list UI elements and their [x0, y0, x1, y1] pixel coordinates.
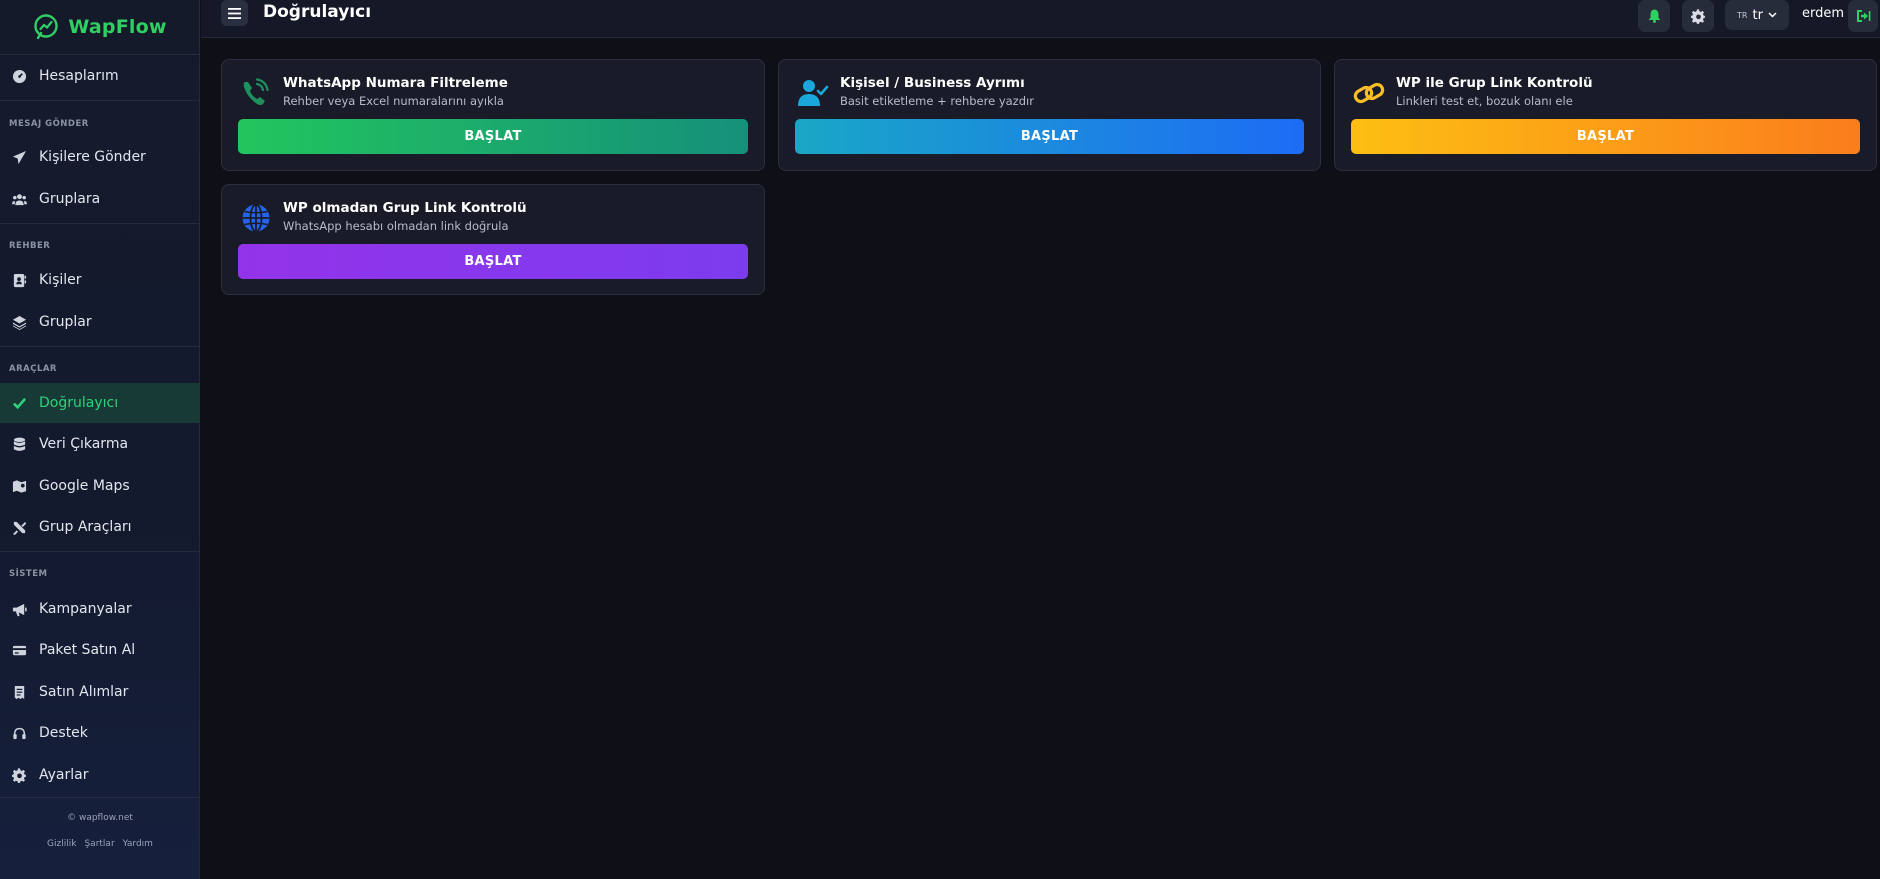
sidebar-item-settings[interactable]: Ayarlar — [0, 755, 200, 795]
settings-button[interactable] — [1682, 0, 1714, 32]
tool-card-number-filter: WhatsApp Numara Filtreleme Rehber veya E… — [221, 59, 765, 171]
sidebar-item-accounts[interactable]: Hesaplarım — [0, 56, 200, 96]
start-button-no-wp-group-link[interactable]: BAŞLAT — [238, 244, 748, 279]
sidebar-divider — [0, 100, 200, 101]
user-check-icon — [797, 77, 829, 109]
section-title-send: MESAJ GÖNDER — [9, 119, 89, 129]
gear-icon — [1690, 8, 1705, 24]
gear-icon — [11, 767, 27, 783]
card-title: WP ile Grup Link Kontrolü — [1396, 75, 1593, 91]
sidebar-item-groups[interactable]: Gruplar — [0, 302, 200, 342]
sidebar-item-send-contacts[interactable]: Kişilere Gönder — [0, 137, 200, 177]
address-book-icon — [11, 272, 27, 288]
card-subtitle: Basit etiketleme + rehbere yazdır — [840, 94, 1034, 108]
sidebar-divider — [0, 797, 200, 798]
users-icon — [11, 191, 27, 207]
menu-toggle-button[interactable] — [221, 0, 248, 26]
bell-icon — [1648, 9, 1660, 23]
footer-link-help[interactable]: Yardım — [123, 839, 153, 849]
sidebar-item-label: Kampanyalar — [39, 601, 132, 617]
card-title: WP olmadan Grup Link Kontrolü — [283, 200, 527, 216]
username: erdem — [1802, 6, 1845, 21]
paper-plane-icon — [11, 149, 27, 165]
logout-icon — [1856, 10, 1870, 22]
database-icon — [11, 436, 27, 452]
section-title-contacts: REHBER — [9, 241, 51, 251]
sidebar-item-label: Gruplara — [39, 191, 101, 207]
card-subtitle: Linkleri test et, bozuk olanı ele — [1396, 94, 1573, 108]
wapflow-logo-icon — [34, 14, 59, 40]
hamburger-icon — [228, 7, 241, 19]
sidebar-item-label: Kişilere Gönder — [39, 149, 146, 165]
gauge-icon — [11, 68, 27, 84]
start-button-personal-business[interactable]: BAŞLAT — [795, 119, 1304, 154]
start-button-number-filter[interactable]: BAŞLAT — [238, 119, 748, 154]
card-title: Kişisel / Business Ayrımı — [840, 75, 1025, 91]
brand[interactable]: WapFlow — [0, 0, 199, 55]
sidebar-item-contacts[interactable]: Kişiler — [0, 260, 200, 300]
sidebar-item-label: Paket Satın Al — [39, 642, 136, 658]
receipt-icon — [11, 684, 27, 700]
footer-link-terms[interactable]: Şartlar — [84, 839, 114, 849]
sidebar-item-label: Veri Çıkarma — [39, 436, 129, 452]
notifications-button[interactable] — [1638, 0, 1670, 32]
sidebar-item-send-groups[interactable]: Gruplara — [0, 179, 200, 219]
sidebar-item-label: Hesaplarım — [39, 68, 119, 84]
sidebar-item-support[interactable]: Destek — [0, 713, 200, 753]
sidebar-divider — [0, 346, 200, 347]
card-subtitle: Rehber veya Excel numaralarını ayıkla — [283, 94, 504, 108]
layers-icon — [11, 314, 27, 330]
globe-icon — [240, 202, 272, 234]
sidebar-item-label: Ayarlar — [39, 767, 89, 783]
tool-card-personal-business: Kişisel / Business Ayrımı Basit etiketle… — [778, 59, 1321, 171]
tools-icon — [11, 519, 27, 535]
sidebar-item-group-tools[interactable]: Grup Araçları — [0, 507, 200, 547]
map-icon — [11, 478, 27, 494]
footer-links: Gizlilik Şartlar Yardım — [0, 839, 200, 849]
footer-copyright: © wapflow.net — [67, 813, 133, 823]
topbar: Doğrulayıcı TR tr erdem — [201, 0, 1880, 38]
sidebar-item-purchases[interactable]: Satın Alımlar — [0, 672, 200, 712]
sidebar-item-label: Google Maps — [39, 478, 130, 494]
sidebar-item-validator[interactable]: Doğrulayıcı — [0, 383, 200, 423]
brand-name: WapFlow — [68, 16, 167, 38]
sidebar-item-campaigns[interactable]: Kampanyalar — [0, 589, 200, 629]
sidebar-divider — [0, 551, 200, 552]
sidebar-item-label: Satın Alımlar — [39, 684, 129, 700]
card-subtitle: WhatsApp hesabı olmadan link doğrula — [283, 219, 509, 233]
tool-card-wp-group-link: WP ile Grup Link Kontrolü Linkleri test … — [1334, 59, 1877, 171]
language-flag: TR — [1737, 10, 1748, 20]
sidebar-item-extract[interactable]: Veri Çıkarma — [0, 424, 200, 464]
sidebar-item-label: Gruplar — [39, 314, 92, 330]
start-button-wp-group-link[interactable]: BAŞLAT — [1351, 119, 1860, 154]
sidebar: WapFlow Hesaplarım MESAJ GÖNDER Kişilere… — [0, 0, 200, 879]
credit-card-icon — [11, 642, 27, 658]
page-title: Doğrulayıcı — [263, 2, 372, 22]
card-title: WhatsApp Numara Filtreleme — [283, 75, 508, 91]
logout-button[interactable] — [1848, 0, 1878, 32]
section-title-tools: ARAÇLAR — [9, 364, 57, 374]
language-select[interactable]: TR tr — [1725, 0, 1789, 30]
sidebar-item-buy-package[interactable]: Paket Satın Al — [0, 630, 200, 670]
sidebar-item-label: Destek — [39, 725, 88, 741]
sidebar-item-label: Grup Araçları — [39, 519, 132, 535]
sidebar-item-label: Doğrulayıcı — [39, 395, 119, 411]
sidebar-divider — [0, 223, 200, 224]
sidebar-item-label: Kişiler — [39, 272, 82, 288]
chevron-down-icon — [1768, 12, 1777, 18]
tool-card-no-wp-group-link: WP olmadan Grup Link Kontrolü WhatsApp h… — [221, 184, 765, 295]
phone-volume-icon — [240, 77, 272, 109]
megaphone-icon — [11, 601, 27, 617]
footer-link-privacy[interactable]: Gizlilik — [47, 839, 76, 849]
section-title-system: SİSTEM — [9, 569, 48, 579]
link-icon — [1353, 77, 1385, 109]
language-code: tr — [1752, 7, 1763, 23]
double-check-icon — [11, 395, 27, 411]
sidebar-item-google-maps[interactable]: Google Maps — [0, 466, 200, 506]
headset-icon — [11, 725, 27, 741]
